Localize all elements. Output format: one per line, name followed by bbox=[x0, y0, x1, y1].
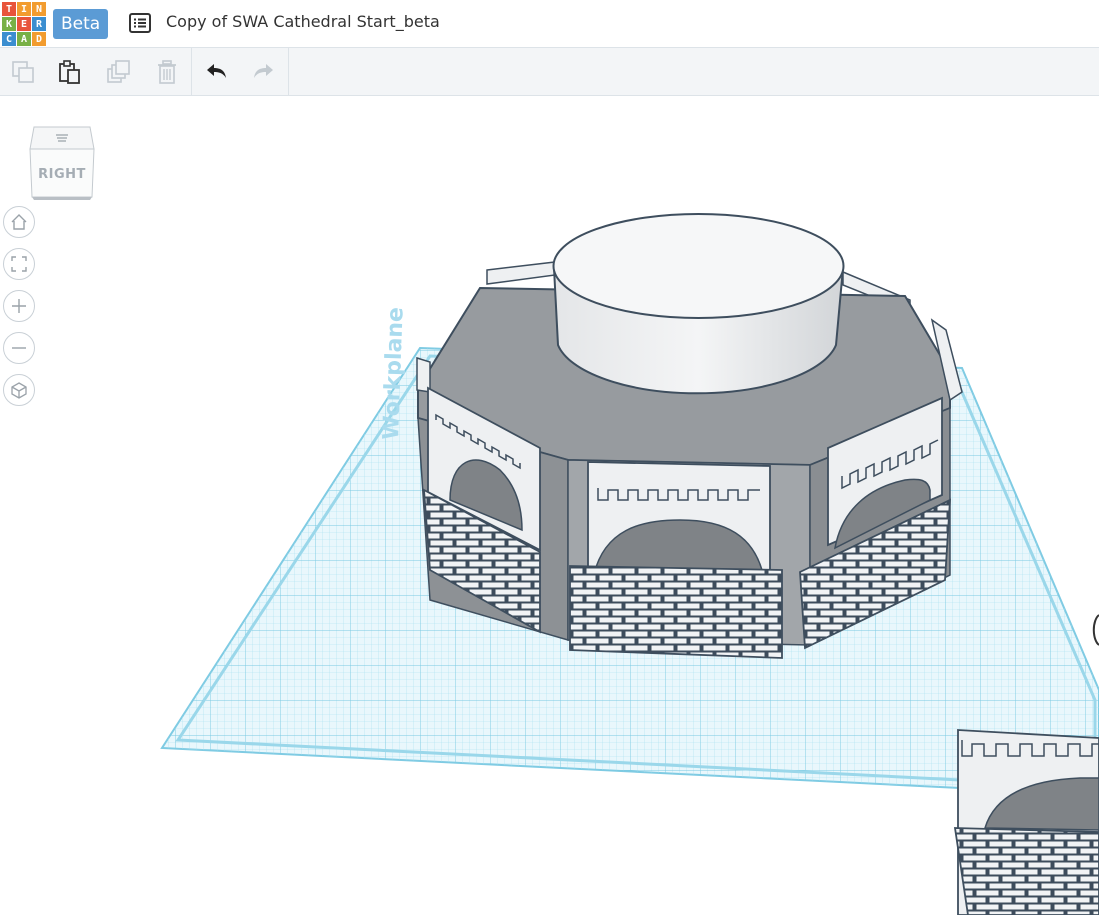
copy-button[interactable] bbox=[9, 58, 37, 86]
logo-letter: K bbox=[2, 17, 16, 31]
tinkercad-logo[interactable]: T I N K E R C A D bbox=[2, 2, 46, 46]
logo-letter: R bbox=[32, 17, 46, 31]
logo-letter: T bbox=[2, 2, 16, 16]
facade-part-offscreen[interactable] bbox=[953, 729, 1099, 915]
edit-toolbar bbox=[0, 48, 1099, 96]
duplicate-icon bbox=[107, 60, 130, 83]
logo-letter: C bbox=[2, 32, 16, 46]
paste-icon bbox=[59, 60, 80, 84]
trash-icon bbox=[158, 60, 176, 84]
view-cube-face-label: RIGHT bbox=[38, 167, 86, 182]
design-list-icon[interactable] bbox=[128, 11, 152, 35]
beta-badge[interactable]: Beta bbox=[53, 9, 109, 39]
paste-button[interactable] bbox=[56, 58, 84, 86]
zoom-out-icon bbox=[12, 347, 26, 349]
redo-icon bbox=[254, 64, 273, 78]
view-cube[interactable]: RIGHT bbox=[28, 123, 96, 201]
undo-icon bbox=[207, 64, 226, 78]
toolbar-divider bbox=[288, 48, 289, 95]
top-bar: T I N K E R C A D Beta Copy of SWA Cathe… bbox=[0, 0, 1099, 48]
zoom-in-icon bbox=[12, 299, 26, 313]
3d-viewport[interactable]: Workplane RIGHT bbox=[0, 97, 1099, 915]
logo-letter: N bbox=[32, 2, 46, 16]
zoom-out-button[interactable] bbox=[3, 332, 35, 364]
fit-all-icon bbox=[11, 256, 27, 272]
home-view-button[interactable] bbox=[3, 206, 35, 238]
logo-letter: E bbox=[17, 17, 31, 31]
logo-letter: A bbox=[17, 32, 31, 46]
design-title[interactable]: Copy of SWA Cathedral Start_beta bbox=[166, 12, 440, 31]
perspective-icon bbox=[11, 382, 27, 399]
workplane-label: Workplane bbox=[379, 307, 409, 441]
logo-letter: D bbox=[32, 32, 46, 46]
home-view-icon bbox=[11, 214, 27, 230]
delete-button[interactable] bbox=[153, 58, 181, 86]
scene-canvas[interactable]: Workplane bbox=[0, 97, 1099, 915]
duplicate-button[interactable] bbox=[105, 58, 133, 86]
edge-handle[interactable] bbox=[1092, 614, 1099, 646]
zoom-in-button[interactable] bbox=[3, 290, 35, 322]
redo-button[interactable] bbox=[250, 58, 278, 86]
cathedral-model[interactable] bbox=[416, 213, 963, 659]
perspective-button[interactable] bbox=[3, 374, 35, 406]
toolbar-divider bbox=[191, 48, 192, 95]
undo-button[interactable] bbox=[202, 58, 230, 86]
copy-icon bbox=[12, 61, 34, 83]
fit-all-button[interactable] bbox=[3, 248, 35, 280]
logo-letter: I bbox=[17, 2, 31, 16]
